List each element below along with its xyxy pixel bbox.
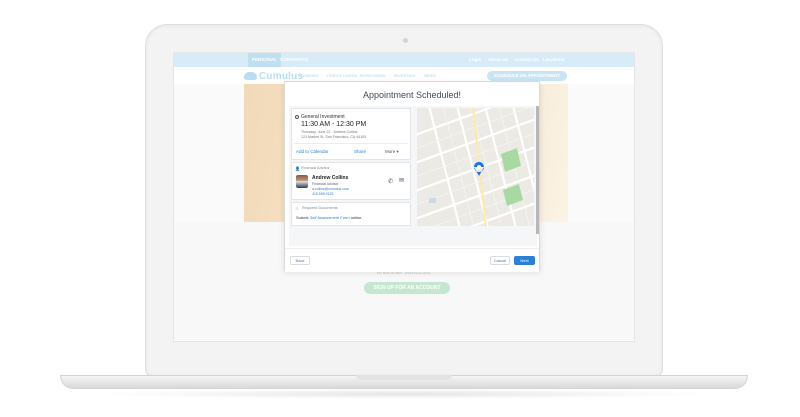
avatar	[296, 175, 308, 188]
menu-news[interactable]: NEWS	[424, 73, 436, 78]
menu-investing[interactable]: INVESTING	[394, 73, 416, 78]
tab-corporate[interactable]: CORPORATE	[276, 53, 312, 67]
location-map[interactable]	[417, 108, 534, 226]
documents-suffix: online.	[350, 215, 363, 220]
modal-title: Appointment Scheduled!	[362, 90, 462, 100]
self-assessment-link[interactable]: Self Assessment Form	[310, 215, 350, 220]
menu-banking[interactable]: BANKING	[300, 73, 319, 78]
appointment-detail: Thursday, June 22 · Andrew Collins	[301, 130, 358, 134]
documents-card: ⚠ Required Documents Submit Self Assessm…	[291, 202, 411, 226]
login-link[interactable]: Login	[469, 53, 481, 67]
cancel-button[interactable]: Cancel	[490, 256, 510, 265]
person-icon: 👤	[295, 166, 300, 171]
contact-us-link[interactable]: Contact Us	[515, 53, 539, 67]
documents-section-label: Required Documents	[302, 206, 338, 210]
advisor-section-label: Financial Advisor	[301, 166, 330, 170]
menu-borrowing[interactable]: BORROWING	[360, 73, 386, 78]
modal-body: General Investment 11:30 AM - 12:30 PM T…	[289, 106, 537, 246]
locations-link[interactable]: Locations	[543, 53, 564, 67]
phone-icon[interactable]: ✆	[388, 178, 393, 185]
next-button[interactable]: Next	[514, 256, 535, 265]
cloud-icon	[244, 72, 257, 80]
about-us-link[interactable]: About Us	[488, 53, 508, 67]
laptop-notch	[356, 375, 452, 380]
appointment-time: 11:30 AM - 12:30 PM	[301, 121, 367, 128]
modal-footer: Back Cancel Next	[285, 248, 539, 272]
appointment-modal: Appointment Scheduled! General Investmen…	[284, 81, 540, 272]
advisor-email[interactable]: a.collins@cumulus.com	[312, 187, 349, 191]
advisor-card: 👤 Financial Advisor Andrew Collins Finan…	[291, 162, 411, 200]
appointment-type: General Investment	[301, 114, 345, 120]
more-menu[interactable]: More ▾	[385, 149, 399, 155]
signup-button[interactable]: SIGN UP FOR AN ACCOUNT	[364, 282, 450, 294]
advisor-phone[interactable]: 415.555.0125	[312, 192, 333, 196]
menu-credit-cards[interactable]: CREDIT CARDS	[327, 73, 357, 78]
documents-prefix: Submit	[296, 215, 309, 220]
map-building	[429, 198, 436, 203]
back-button[interactable]: Back	[290, 256, 310, 265]
map-svg	[417, 108, 534, 226]
camera-icon	[403, 38, 408, 43]
top-nav: PERSONAL CORPORATE Login About Us Contac…	[174, 53, 634, 67]
laptop-shadow	[90, 389, 718, 399]
logo-text: Cumulus	[259, 70, 304, 82]
schedule-appointment-button[interactable]: SCHEDULE AN APPOINTMENT	[487, 71, 567, 81]
clock-icon	[295, 115, 299, 119]
screen: PERSONAL CORPORATE Login About Us Contac…	[173, 52, 635, 342]
share-link[interactable]: Share	[354, 149, 366, 154]
caret-down-icon: ▾	[396, 149, 399, 154]
appointment-card: General Investment 11:30 AM - 12:30 PM T…	[291, 108, 411, 160]
card-divider	[294, 143, 408, 144]
warning-icon: ⚠	[295, 206, 300, 211]
modal-scrollbar[interactable]	[536, 106, 539, 234]
documents-text: Submit Self Assessment Form online.	[296, 215, 363, 220]
add-to-calendar-link[interactable]: Add to Calendar	[296, 149, 329, 154]
advisor-role: Financial Advisor	[312, 182, 339, 186]
appointment-address: 123 Market St, San Francisco, CA 94105	[301, 135, 367, 139]
more-label: More	[385, 149, 396, 154]
mail-icon[interactable]: ✉	[399, 177, 404, 184]
advisor-name: Andrew Collins	[312, 175, 349, 181]
